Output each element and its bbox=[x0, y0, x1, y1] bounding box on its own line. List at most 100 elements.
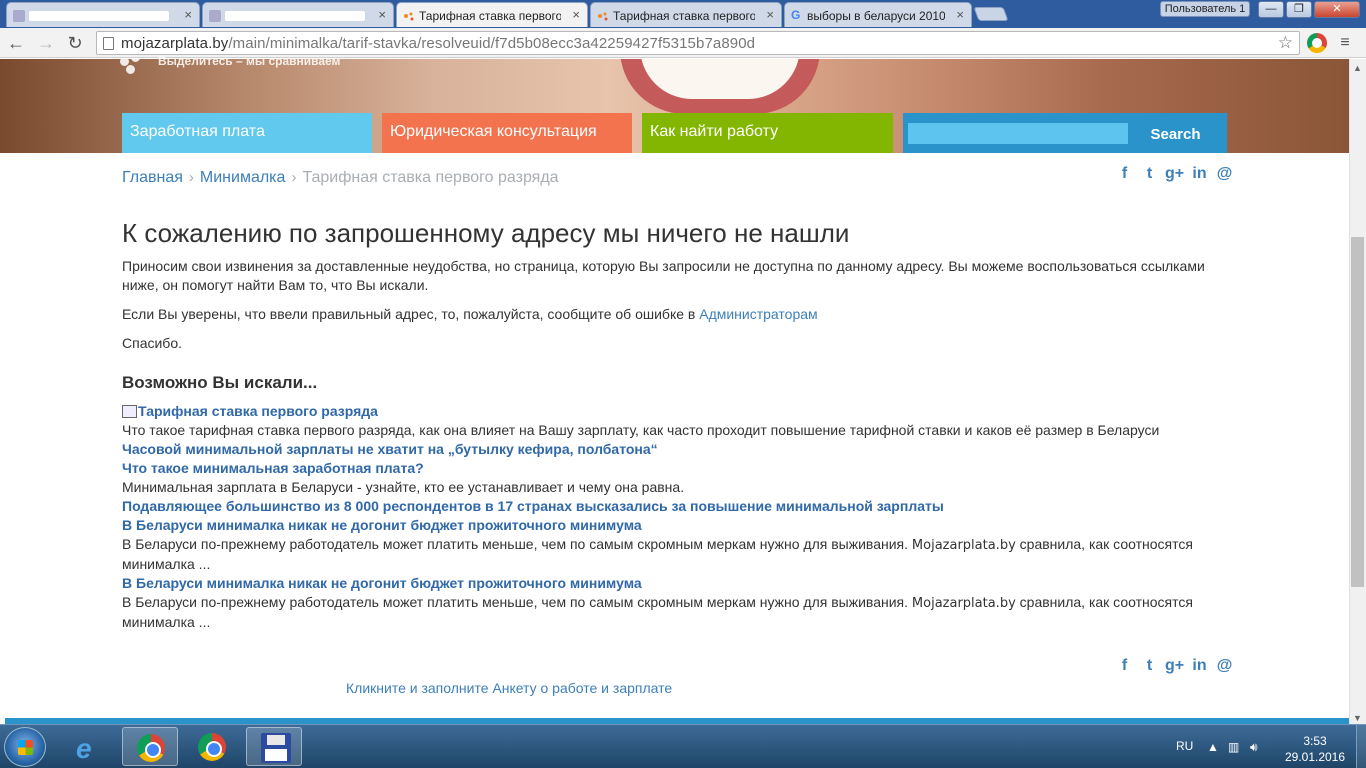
breadcrumb-current: Тарифная ставка первого разряда bbox=[302, 169, 559, 186]
back-arrow-icon[interactable]: ← bbox=[4, 32, 28, 54]
taskbar-chrome-2[interactable] bbox=[184, 727, 240, 766]
bookmark-star-icon[interactable]: ☆ bbox=[1278, 33, 1293, 53]
scrollbar-thumb[interactable] bbox=[1351, 237, 1364, 587]
tray-arrow-icon[interactable]: ▲ bbox=[1207, 740, 1219, 754]
new-tab-button[interactable] bbox=[973, 7, 1009, 21]
scroll-down-icon[interactable]: ▼ bbox=[1351, 712, 1364, 724]
google-plus-icon[interactable]: g+ bbox=[1162, 165, 1187, 183]
tab-label: выборы в беларуси 2010 bbox=[807, 9, 945, 23]
search-box: Search bbox=[903, 113, 1227, 153]
address-bar[interactable]: mojazarplata.by/main/minimalka/tarif-sta… bbox=[96, 31, 1300, 55]
facebook-icon[interactable]: f bbox=[1112, 165, 1137, 183]
logo-icon bbox=[120, 59, 150, 74]
facebook-icon[interactable]: f bbox=[1112, 657, 1137, 675]
start-button[interactable] bbox=[4, 727, 46, 767]
minimize-button[interactable]: — bbox=[1258, 1, 1284, 18]
tab-active[interactable]: Тарифная ставка первого × bbox=[396, 2, 588, 27]
breadcrumb-section[interactable]: Минималка bbox=[200, 169, 286, 186]
close-tab-icon[interactable]: × bbox=[766, 7, 774, 22]
maximize-button[interactable]: ❐ bbox=[1286, 1, 1312, 18]
page-icon bbox=[103, 37, 114, 50]
floppy-disk-icon bbox=[261, 733, 291, 763]
linkedin-icon[interactable]: in bbox=[1187, 657, 1212, 675]
tab-label-obscured bbox=[225, 11, 365, 21]
windows-logo-icon bbox=[18, 740, 33, 755]
page-title: К сожалению по запрошенному адресу мы ни… bbox=[122, 218, 850, 248]
favicon-icon bbox=[209, 10, 221, 22]
tab-1[interactable]: × bbox=[6, 2, 200, 27]
search-button[interactable]: Search bbox=[1128, 121, 1223, 147]
clock-date: 29.01.2016 bbox=[1284, 750, 1346, 764]
tab-label: Тарифная ставка первого bbox=[613, 9, 755, 23]
survey-link[interactable]: Кликните и заполните Анкету о работе и з… bbox=[346, 680, 672, 696]
google-plus-icon[interactable]: g+ bbox=[1162, 657, 1187, 675]
chrome-icon bbox=[198, 733, 226, 761]
tab-label-obscured bbox=[29, 11, 169, 21]
url-text: mojazarplata.by/main/minimalka/tarif-sta… bbox=[121, 35, 756, 52]
scroll-up-icon[interactable]: ▲ bbox=[1351, 62, 1364, 74]
tab-2[interactable]: × bbox=[202, 2, 394, 27]
nav-salary[interactable]: Заработная плата bbox=[122, 113, 372, 153]
close-tab-icon[interactable]: × bbox=[956, 7, 964, 22]
result-description: Что такое тарифная ставка первого разряд… bbox=[122, 422, 1160, 438]
site-favicon-icon bbox=[597, 10, 609, 22]
social-share-top: f t g+ in @ bbox=[1112, 165, 1237, 185]
chrome-icon bbox=[137, 734, 165, 762]
twitter-icon[interactable]: t bbox=[1137, 165, 1162, 183]
result-description: Минимальная зарплата в Беларуси - узнайт… bbox=[122, 479, 685, 495]
google-favicon-icon: G bbox=[791, 8, 801, 22]
show-desktop-button[interactable] bbox=[1356, 725, 1366, 768]
search-input[interactable] bbox=[908, 123, 1128, 144]
document-icon bbox=[122, 405, 137, 418]
tab-label: Тарифная ставка первого bbox=[419, 9, 561, 23]
reload-icon[interactable]: ↻ bbox=[63, 32, 87, 54]
nav-job[interactable]: Как найти работу bbox=[642, 113, 893, 153]
taskbar-save-app[interactable] bbox=[246, 727, 302, 766]
result-link[interactable]: Часовой минимальной зарплаты не хватит н… bbox=[122, 440, 1212, 459]
result-link[interactable]: Подавляющее большинство из 8 000 респонд… bbox=[122, 497, 1212, 516]
chevron-right-icon: › bbox=[188, 169, 194, 186]
result-link[interactable]: В Беларуси минималка никак не догонит бю… bbox=[122, 574, 1212, 593]
clock-time: 3:53 bbox=[1303, 734, 1327, 748]
breadcrumb: Главная › Минималка › Тарифная ставка первог… bbox=[122, 169, 559, 187]
menu-icon[interactable]: ≡ bbox=[1337, 34, 1353, 52]
forward-arrow-icon[interactable]: → bbox=[34, 32, 58, 54]
result-link[interactable]: Что такое минимальная заработная плата? bbox=[122, 459, 1212, 478]
linkedin-icon[interactable]: in bbox=[1187, 165, 1212, 183]
profile-button[interactable]: Пользователь 1 bbox=[1160, 1, 1250, 17]
taskbar-chrome[interactable] bbox=[122, 727, 178, 766]
email-icon[interactable]: @ bbox=[1212, 165, 1237, 183]
thanks-text: Спасибо. bbox=[122, 335, 182, 351]
administrators-link[interactable]: Администраторам bbox=[699, 306, 817, 322]
extension-icon[interactable] bbox=[1307, 33, 1327, 53]
twitter-icon[interactable]: t bbox=[1137, 657, 1162, 675]
tab-5[interactable]: G выборы в беларуси 2010 × bbox=[784, 2, 972, 27]
close-tab-icon[interactable]: × bbox=[572, 7, 580, 22]
site-slogan: Выделитесь – мы сравниваем bbox=[158, 54, 341, 68]
favicon-icon bbox=[13, 10, 25, 22]
language-indicator[interactable]: RU bbox=[1176, 739, 1193, 753]
suggestions-list: Тарифная ставка первого разряда Что тако… bbox=[122, 402, 1212, 632]
result-link[interactable]: Тарифная ставка первого разряда bbox=[122, 402, 1212, 421]
email-icon[interactable]: @ bbox=[1212, 657, 1237, 675]
network-icon[interactable]: ▥ bbox=[1228, 740, 1239, 754]
nav-legal[interactable]: Юридическая консультация bbox=[382, 113, 632, 153]
apology-text: Приносим свои извинения за доставленные … bbox=[122, 258, 1205, 293]
volume-icon[interactable]: 🔊︎ bbox=[1250, 740, 1258, 755]
taskbar-ie[interactable]: e bbox=[62, 727, 118, 766]
breadcrumb-home[interactable]: Главная bbox=[122, 169, 183, 186]
result-description: В Беларуси по-прежнему работодатель може… bbox=[122, 594, 1193, 630]
suggestions-heading: Возможно Вы искали... bbox=[122, 373, 318, 392]
close-tab-icon[interactable]: × bbox=[184, 7, 192, 22]
internet-explorer-icon: e bbox=[76, 733, 92, 764]
site-favicon-icon bbox=[403, 10, 415, 22]
close-tab-icon[interactable]: × bbox=[378, 7, 386, 22]
chevron-right-icon: › bbox=[291, 169, 297, 186]
result-description: В Беларуси по-прежнему работодатель може… bbox=[122, 536, 1193, 572]
tab-4[interactable]: Тарифная ставка первого × bbox=[590, 2, 782, 27]
clock[interactable]: 3:53 29.01.2016 bbox=[1280, 733, 1350, 765]
report-text: Если Вы уверены, что ввели правильный ад… bbox=[122, 306, 818, 322]
social-share-bottom: f t g+ in @ bbox=[1112, 657, 1237, 677]
close-window-button[interactable]: ✕ bbox=[1314, 1, 1360, 18]
result-link[interactable]: В Беларуси минималка никак не догонит бю… bbox=[122, 516, 1212, 535]
